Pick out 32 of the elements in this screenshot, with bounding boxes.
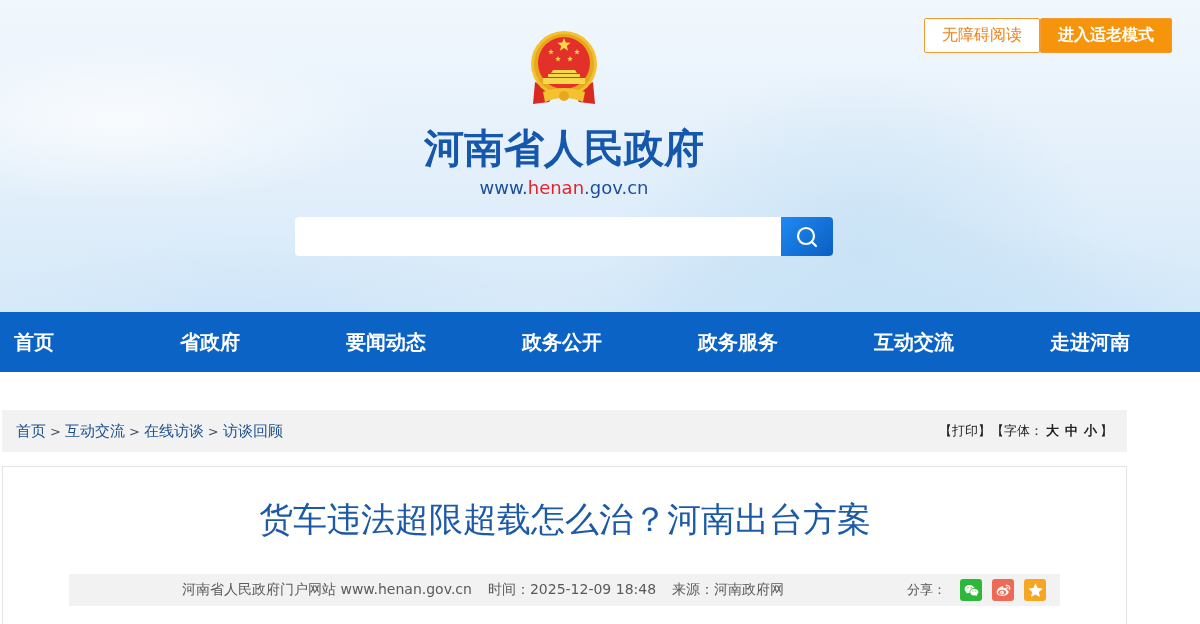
breadcrumb-link[interactable]: 首页 [16,421,46,441]
breadcrumb-link[interactable]: 在线访谈 [143,421,204,441]
publish-time: 时间：2025-12-09 18:48 [487,581,657,599]
site-title: 河南省人民政府 [424,125,704,171]
site-url: www.henan.gov.cn [479,177,649,199]
font-size-link[interactable]: 中 [1065,422,1078,440]
nav-link[interactable]: 政务公开 [522,328,602,356]
breadcrumb-link[interactable]: 互动交流 [64,421,125,441]
font-size-label: 【字体： [991,422,1043,440]
share-label: 分享： [907,581,946,599]
source-text: 来源：河南政府网 [672,581,785,599]
font-size-link[interactable]: 小 [1084,422,1097,440]
font-size-link[interactable]: 大 [1046,422,1059,440]
breadcrumb-link[interactable]: 访谈回顾 [222,421,283,441]
breadcrumb-separator: > [128,423,140,439]
breadcrumb-separator: > [207,423,219,439]
article-title: 货车违法超限超载怎么治？河南出台方案 [257,498,872,541]
publisher-text: 河南省人民政府门户网站 www.henan.gov.cn [182,581,472,599]
search-icon [795,224,819,249]
nav-link[interactable]: 首页 [14,328,54,356]
nav-link[interactable]: 省政府 [180,328,240,356]
nav-link[interactable]: 要闻动态 [346,328,426,356]
nav-link[interactable]: 走进河南 [1050,328,1130,356]
print-link[interactable]: 【打印】 [939,422,991,440]
nav-link[interactable]: 互动交流 [874,328,954,356]
breadcrumb-separator: > [50,423,61,439]
search-field[interactable] [295,217,781,256]
weibo-icon[interactable] [992,579,1014,601]
bracket-text: 】 [1100,422,1113,440]
search-button[interactable] [781,217,833,256]
wechat-icon[interactable] [960,579,982,601]
nav-link[interactable]: 政务服务 [698,328,778,356]
